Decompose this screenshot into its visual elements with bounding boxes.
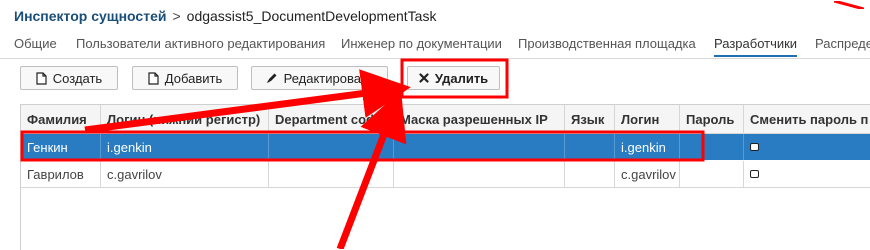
breadcrumb-separator: > [172,8,181,24]
cell-department-code [269,161,394,187]
breadcrumb: Инспектор сущностей > odgassist5_DocumentD… [14,8,436,24]
cell-login-lower: c.gavrilov [101,161,269,187]
cell-change-password [744,134,870,160]
tab-production-site[interactable]: Производственная площадка [518,36,696,51]
cell-login: c.gavrilov [615,161,680,187]
tab-active-editing-users[interactable]: Пользователи активного редактирования [76,36,325,51]
add-button[interactable]: Добавить [132,66,238,90]
cell-password [680,134,744,160]
close-icon[interactable] [834,1,864,9]
document-icon [36,71,47,85]
column-header-login[interactable]: Логин [615,105,680,133]
table-header: Фамилия Логин (нижний регистр) Departmen… [21,105,870,134]
column-header-change-password[interactable]: Сменить пароль п [744,105,870,133]
delete-button-label: Удалить [434,70,489,86]
column-header-department-code[interactable]: Department code [269,105,394,133]
add-button-label: Добавить [164,70,223,86]
x-icon [419,73,429,83]
edit-button-label: Редактировать [283,70,374,86]
tab-developers[interactable]: Разработчики [714,36,798,57]
column-header-login-lower[interactable]: Логин (нижний регистр) [101,105,269,133]
column-header-password[interactable]: Пароль [680,105,744,133]
create-button[interactable]: Создать [20,66,118,90]
pencil-icon [266,72,278,84]
cell-language [565,161,615,187]
tab-general[interactable]: Общие [14,36,57,51]
cell-ip-mask [394,134,565,160]
tab-documentation-engineer[interactable]: Инженер по документации [341,36,502,51]
column-header-ip-mask[interactable]: Маска разрешенных IP [394,105,565,133]
cell-password [680,161,744,187]
cell-change-password [744,161,870,187]
cell-lastname: Генкин [21,134,101,160]
cell-login-lower: i.genkin [101,134,269,160]
breadcrumb-root[interactable]: Инспектор сущностей [14,8,166,24]
change-password-checkbox[interactable] [750,143,759,151]
cell-language [565,134,615,160]
cell-lastname: Гаврилов [21,161,101,187]
change-password-checkbox[interactable] [750,170,759,178]
column-header-language[interactable]: Язык [565,105,615,133]
cell-ip-mask [394,161,565,187]
document-icon [148,71,159,85]
delete-button[interactable]: Удалить [407,66,500,90]
tab-bar: Общие Пользователи активного редактирова… [0,30,870,59]
edit-button[interactable]: Редактировать [251,66,388,90]
breadcrumb-current: odgassist5_DocumentDevelopmentTask [186,8,437,24]
create-button-label: Создать [52,70,103,86]
cell-login: i.genkin [615,134,680,160]
table-row[interactable]: Генкин i.genkin i.genkin [21,134,870,160]
cell-department-code [269,134,394,160]
developers-table: Фамилия Логин (нижний регистр) Departmen… [20,104,870,250]
column-header-lastname[interactable]: Фамилия [21,105,101,133]
table-row[interactable]: Гаврилов c.gavrilov c.gavrilov [21,161,870,188]
tab-distribution[interactable]: Распреде [815,36,870,51]
